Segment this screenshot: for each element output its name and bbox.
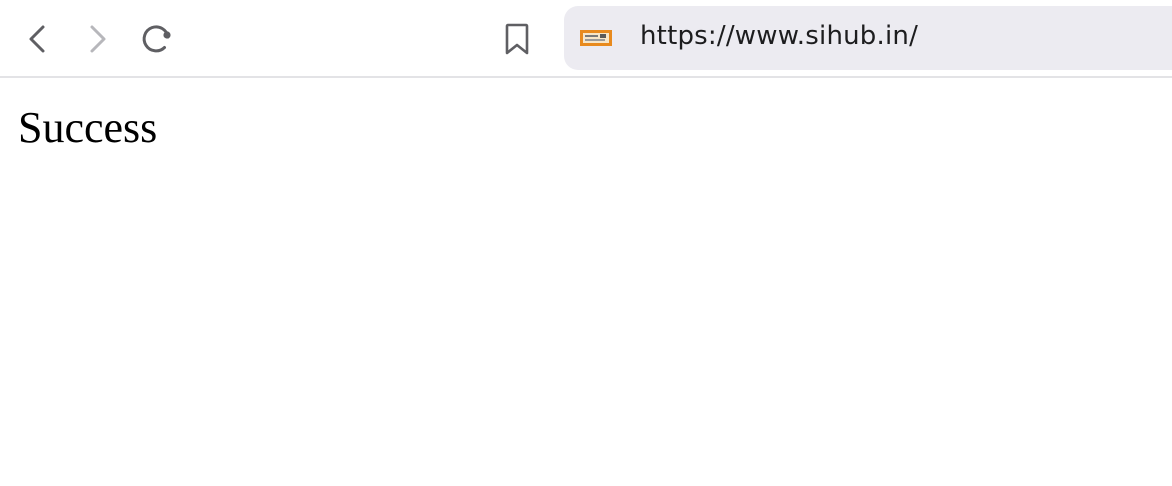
bookmark-button[interactable] bbox=[497, 19, 537, 59]
back-button[interactable] bbox=[18, 19, 58, 59]
site-favicon bbox=[580, 30, 612, 46]
address-bar[interactable]: https://www.sihub.in/ bbox=[564, 6, 1172, 70]
chevron-left-icon bbox=[29, 25, 45, 53]
url-text[interactable]: https://www.sihub.in/ bbox=[640, 21, 918, 51]
page-content: Success bbox=[18, 103, 158, 152]
chevron-right-icon bbox=[90, 25, 106, 53]
reload-icon bbox=[142, 25, 171, 53]
forward-button[interactable] bbox=[77, 19, 117, 59]
reload-button[interactable] bbox=[137, 19, 177, 59]
page-heading: Success bbox=[18, 103, 158, 152]
browser-toolbar: https://www.sihub.in/ bbox=[0, 0, 1172, 78]
bookmark-icon bbox=[505, 23, 529, 55]
